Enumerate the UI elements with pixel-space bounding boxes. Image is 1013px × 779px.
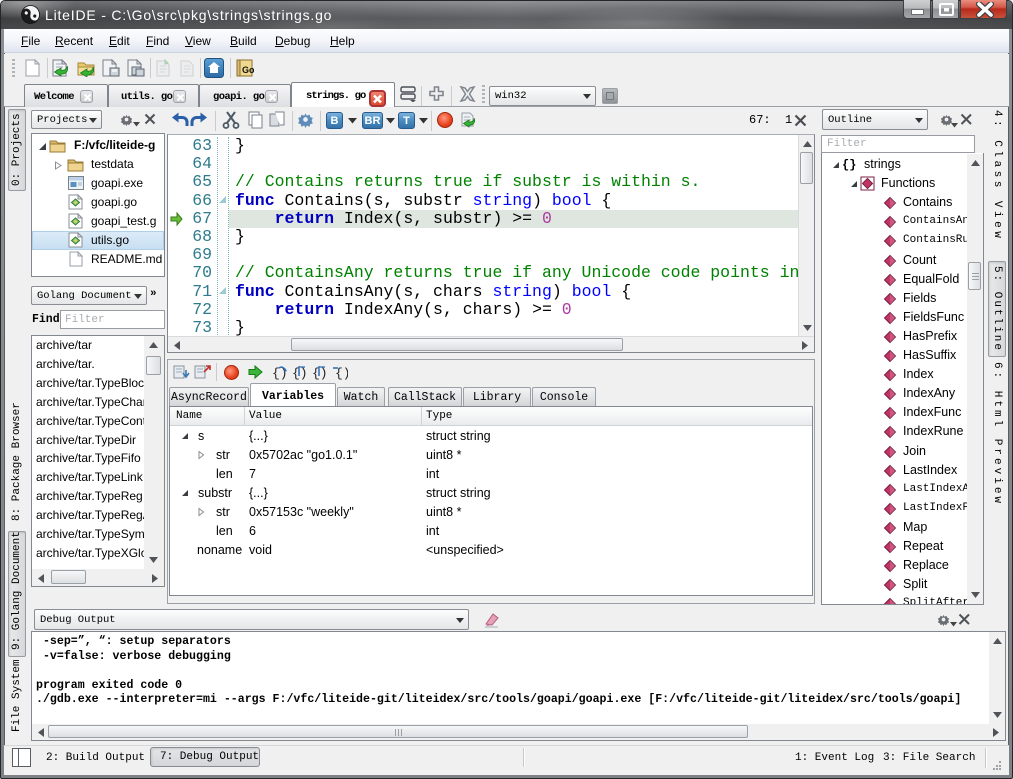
svg-text:{): {)	[312, 366, 328, 380]
svg-text:{): {)	[292, 366, 308, 380]
svg-text:Go: Go	[242, 65, 254, 75]
